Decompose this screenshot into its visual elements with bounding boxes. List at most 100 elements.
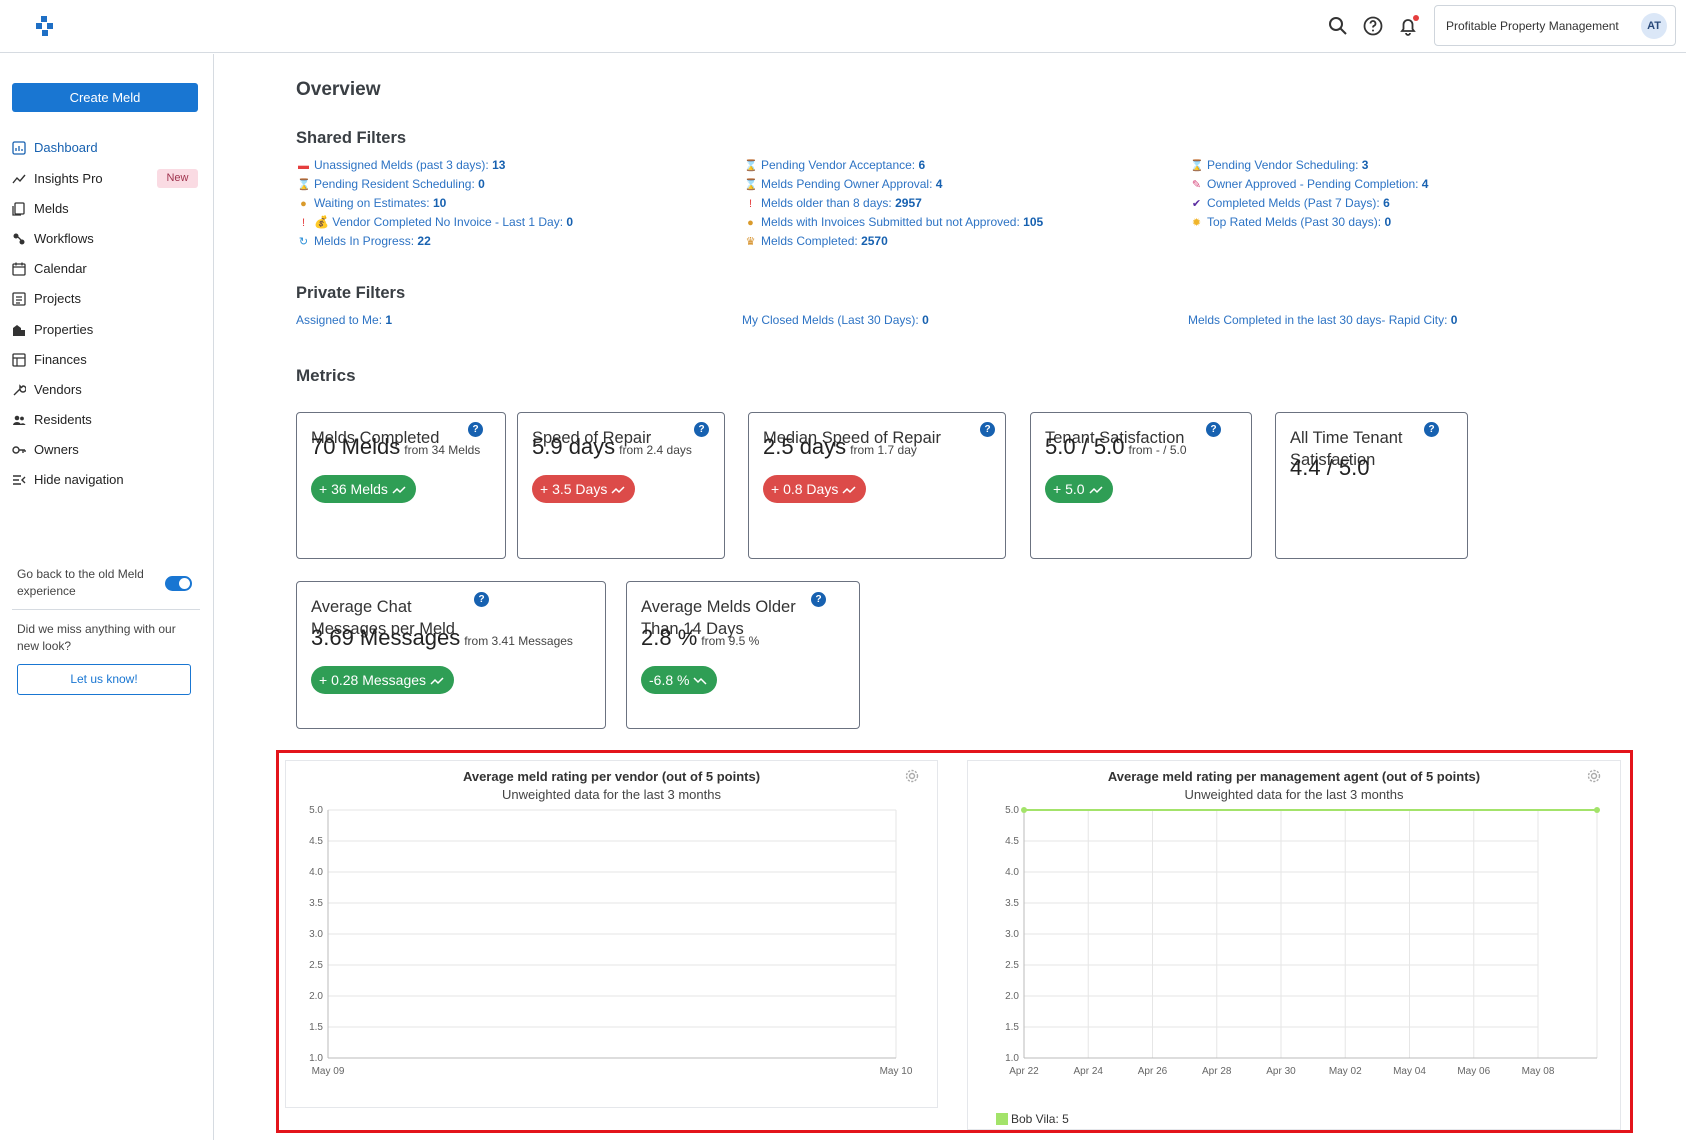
notifications-bell-icon[interactable] — [1396, 14, 1420, 38]
shared-filter-link[interactable]: ✔ Completed Melds (Past 7 Days): 6 — [1190, 194, 1428, 213]
metric-change: -6.8 % — [649, 672, 690, 688]
private-filter-link[interactable]: My Closed Melds (Last 30 Days): 0 — [742, 311, 929, 329]
shared-filter-link[interactable]: ↻ Melds In Progress: 22 — [297, 232, 573, 251]
shared-filters-title: Shared Filters — [296, 129, 407, 147]
insights-icon — [12, 174, 26, 184]
create-meld-button[interactable]: Create Meld — [12, 83, 198, 112]
metric-from: from 3.41 Messages — [464, 634, 573, 648]
sidebar-item-label: Melds — [34, 201, 69, 216]
shared-filter-link[interactable]: ! 💰 Vendor Completed No Invoice - Last 1 … — [297, 213, 573, 232]
filter-label: Melds Pending Owner Approval: — [761, 177, 933, 191]
metric-card-melds-completed[interactable]: Melds Completed? 70 Melds from 34 Melds + 3… — [296, 412, 506, 559]
agent-rating-chart: Average meld rating per management agent… — [967, 760, 1621, 1130]
trophy-icon: ♛ — [745, 236, 756, 248]
sidebar-item-insights-pro[interactable]: Insights Pro New — [12, 167, 202, 191]
data-point[interactable] — [1594, 807, 1600, 813]
sidebar-item-label: Hide navigation — [34, 472, 124, 487]
filter-label: Melds Completed: — [761, 234, 858, 248]
avatar[interactable]: AT — [1641, 13, 1667, 39]
shared-filter-link[interactable]: ⌛ Pending Vendor Scheduling: 3 — [1190, 156, 1428, 175]
filter-label: Melds older than 8 days: — [761, 196, 892, 210]
sidebar-item-melds[interactable]: Melds — [12, 197, 202, 221]
chart-legend-item[interactable]: Bob Vila: 5 — [996, 1112, 1069, 1126]
metric-card-median-speed-of-repair[interactable]: Median Speed of Repair? 2.5 days from 1.7 … — [748, 412, 1006, 559]
calendar-icon — [12, 262, 26, 276]
sidebar-item-label: Calendar — [34, 261, 87, 276]
shared-filter-link[interactable]: ● Melds with Invoices Submitted but not A… — [744, 213, 1043, 232]
metric-value-text: 3.69 Messages — [311, 625, 461, 650]
shared-filter-link[interactable]: ♛ Melds Completed: 2570 — [744, 232, 1043, 251]
sidebar-item-projects[interactable]: Projects — [12, 287, 202, 311]
sidebar-item-workflows[interactable]: Workflows — [12, 227, 202, 251]
metric-value-text: 5.9 days — [532, 434, 616, 459]
sun-icon: ✹ — [1191, 217, 1202, 229]
sidebar-item-dashboard[interactable]: Dashboard — [12, 136, 202, 160]
shared-filter-link[interactable]: ● Waiting on Estimates: 10 — [297, 194, 573, 213]
sidebar-item-vendors[interactable]: Vendors — [12, 378, 202, 402]
sidebar-item-calendar[interactable]: Calendar — [12, 257, 202, 281]
y-tick-label: 5.0 — [1005, 805, 1019, 816]
y-tick-label: 4.5 — [309, 836, 323, 847]
sidebar-item-label: Projects — [34, 291, 81, 306]
sidebar-item-hide-navigation[interactable]: Hide navigation — [12, 468, 202, 492]
filter-label: Melds with Invoices Submitted but not Ap… — [761, 215, 1020, 229]
filter-count: 0 — [566, 215, 574, 229]
help-question-icon[interactable]: ? — [811, 592, 826, 607]
shared-filter-link[interactable]: ✎ Owner Approved - Pending Completion: 4 — [1190, 175, 1429, 194]
metric-card-tenant-satisfaction[interactable]: Tenant Satisfaction? 5.0 / 5.0 from - / 5.… — [1030, 412, 1252, 559]
shared-filter-link[interactable]: ⌛ Melds Pending Owner Approval: 4 — [744, 175, 1043, 194]
metric-change-pill: + 36 Melds — [311, 475, 416, 503]
filter-label: Melds In Progress: — [314, 234, 415, 248]
trend-up-icon — [430, 677, 444, 685]
y-tick-label: 2.0 — [1005, 991, 1019, 1002]
filter-label: Pending Vendor Acceptance: — [761, 158, 916, 172]
sidebar-item-properties[interactable]: Properties — [12, 318, 202, 342]
search-icon[interactable] — [1326, 14, 1350, 38]
filter-count: 4 — [1421, 177, 1429, 191]
metric-card-average-melds-older-than-14-days[interactable]: Average Melds Older Than 14 Days? 2.8 % fr… — [626, 581, 860, 729]
help-question-icon[interactable]: ? — [1206, 422, 1221, 437]
shared-filter-link[interactable]: ▬ Unassigned Melds (past 3 days): 13 — [297, 156, 573, 175]
filter-count: 2570 — [861, 234, 888, 248]
shared-filter-link[interactable]: ✹ Top Rated Melds (Past 30 days): 0 — [1190, 213, 1428, 232]
filter-count: 6 — [1383, 196, 1390, 210]
help-question-icon[interactable]: ? — [980, 422, 995, 437]
private-filter-link[interactable]: Melds Completed in the last 30 days- Rap… — [1188, 311, 1457, 329]
help-question-icon[interactable]: ? — [694, 422, 709, 437]
metric-value: 4.4 / 5.0 — [1290, 455, 1370, 481]
private-filter-1: Assigned to Me: 1 — [296, 311, 392, 329]
shared-filters-column-3: ⌛ Pending Vendor Scheduling: 3 ✎ Owner Appr… — [1190, 156, 1428, 232]
metric-value-text: 4.4 / 5.0 — [1290, 455, 1370, 480]
org-switcher[interactable]: Profitable Property Management AT — [1434, 5, 1676, 46]
metric-card-speed-of-repair[interactable]: Speed of Repair? 5.9 days from 2.4 days + 3… — [517, 412, 725, 559]
metric-card-average-chat-messages-per-meld[interactable]: Average Chat Messages per Meld? 3.69 Mess… — [296, 581, 606, 729]
help-question-icon[interactable]: ? — [1424, 422, 1439, 437]
shared-filter-link[interactable]: ! Melds older than 8 days: 2957 — [744, 194, 1043, 213]
metric-change-pill: + 0.28 Messages — [311, 666, 455, 694]
metric-from: from 2.4 days — [619, 443, 692, 457]
old-experience-toggle[interactable] — [165, 576, 192, 591]
notification-dot — [1413, 15, 1419, 21]
trend-up-icon — [611, 486, 625, 494]
help-question-icon[interactable]: ? — [474, 592, 489, 607]
property-meld-logo-icon[interactable] — [32, 14, 58, 38]
metric-value-text: 2.5 days — [763, 434, 847, 459]
vendor-rating-chart: Average meld rating per vendor (out of 5… — [285, 760, 938, 1108]
filter-label: Pending Vendor Scheduling: — [1207, 158, 1359, 172]
shared-filter-link[interactable]: ⌛ Pending Resident Scheduling: 0 — [297, 175, 573, 194]
metric-card-all-time-tenant-satisfaction[interactable]: All Time Tenant Satisfaction? 4.4 / 5.0 — [1275, 412, 1468, 559]
filter-label: Unassigned Melds (past 3 days): — [314, 158, 489, 172]
y-tick-label: 3.0 — [1005, 929, 1019, 940]
data-point[interactable] — [1021, 807, 1027, 813]
x-tick-label: May 10 — [880, 1066, 913, 1077]
y-tick-label: 3.5 — [1005, 898, 1019, 909]
shared-filter-link[interactable]: ⌛ Pending Vendor Acceptance: 6 — [744, 156, 1043, 175]
help-icon[interactable] — [1361, 14, 1385, 38]
finances-icon — [12, 353, 26, 367]
sidebar-item-residents[interactable]: Residents — [12, 408, 202, 432]
feedback-button[interactable]: Let us know! — [17, 664, 191, 695]
metric-change-pill: + 3.5 Days — [532, 475, 636, 503]
private-filter-link[interactable]: Assigned to Me: 1 — [296, 311, 392, 329]
sidebar-item-finances[interactable]: Finances — [12, 348, 202, 372]
sidebar-item-owners[interactable]: Owners — [12, 438, 202, 462]
